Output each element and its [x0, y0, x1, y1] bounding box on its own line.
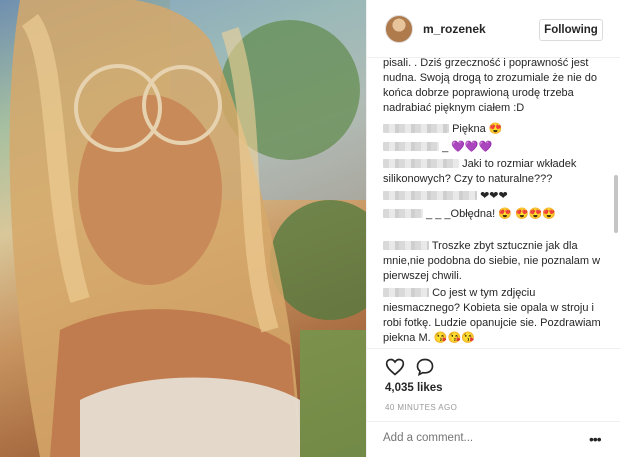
comments-list[interactable]: pisali. . Dziś grzeczność i poprawność j… — [367, 58, 620, 348]
post-actions: 4,035 likes 40 MINUTES AGO ••• — [367, 348, 620, 457]
comment-item: Co jest w tym zdjęciu niesmacznego? Kobi… — [383, 287, 601, 344]
redacted-username — [383, 142, 439, 151]
more-options-icon[interactable]: ••• — [589, 431, 602, 447]
comment-item: Jaki to rozmiar wkładek silikonowych? Cz… — [383, 158, 577, 185]
comment-item: ❤❤❤ — [383, 189, 603, 204]
comment-icon[interactable] — [415, 357, 435, 377]
comment-input[interactable] — [383, 432, 573, 444]
likes-count[interactable]: 4,035 likes — [385, 382, 443, 394]
comments-scrollbar[interactable] — [614, 175, 618, 233]
post-panel: m_rozenek Following pisali. . Dziś grzec… — [366, 0, 620, 457]
comment-item: Piękna 😍 — [383, 122, 603, 137]
comment-item: _ 💜💜💜 — [383, 140, 603, 155]
username[interactable]: m_rozenek — [423, 22, 486, 36]
redacted-username — [383, 241, 429, 250]
avatar[interactable] — [385, 15, 413, 43]
post-timestamp[interactable]: 40 MINUTES AGO — [385, 403, 457, 412]
redacted-username — [383, 209, 423, 218]
post-header: m_rozenek Following — [367, 0, 620, 58]
post-photo-art — [9, 0, 366, 457]
heart-icon[interactable] — [385, 357, 405, 377]
redacted-username — [383, 159, 459, 168]
post-photo[interactable] — [0, 0, 366, 457]
comment-item: Troszke zbyt sztucznie jak dla mnie,nie … — [383, 240, 601, 282]
caption: pisali. . Dziś grzeczność i poprawność j… — [383, 58, 598, 114]
redacted-username — [383, 124, 449, 133]
following-button[interactable]: Following — [539, 19, 603, 41]
redacted-username — [383, 288, 429, 297]
add-comment-bar: ••• — [367, 421, 620, 457]
redacted-username — [383, 191, 477, 200]
comment-item: _ _ _Obłędna! 😍 😍😍😍 — [383, 207, 603, 222]
